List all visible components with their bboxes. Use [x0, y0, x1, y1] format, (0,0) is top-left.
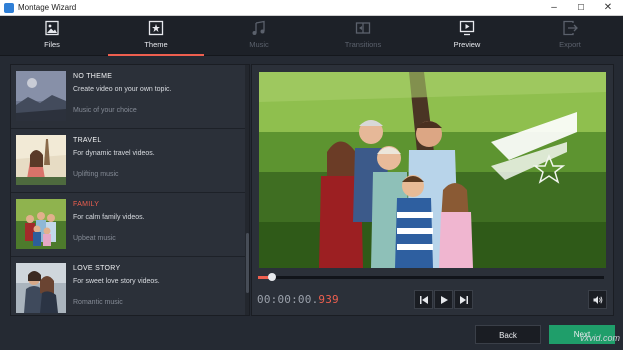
volume-icon [593, 296, 603, 304]
title-bar: Montage Wizard – ☐ ✕ [0, 0, 623, 16]
theme-item-no-theme[interactable]: NO THEME Create video on your own topic.… [11, 65, 245, 129]
tab-preview[interactable]: Preview [417, 16, 517, 56]
transitions-icon [355, 22, 371, 34]
skip-back-icon [420, 296, 428, 304]
watermark: vxvid.com [580, 333, 621, 343]
theme-music: Upbeat music [73, 235, 116, 242]
family-thumbnail [16, 199, 66, 249]
tab-export[interactable]: Export [520, 16, 620, 56]
wizard-steps: Files Theme Music Transitions Preview Ex… [0, 16, 623, 56]
no-theme-thumbnail [16, 71, 66, 121]
theme-description: For sweet love story videos. [73, 278, 160, 285]
back-button[interactable]: Back [475, 325, 541, 344]
theme-description: Create video on your own topic. [73, 86, 172, 93]
travel-thumbnail [16, 135, 66, 185]
active-tab-indicator [108, 54, 204, 56]
theme-item-travel[interactable]: TRAVEL For dynamic travel videos. Uplift… [11, 129, 245, 193]
close-button[interactable]: ✕ [596, 0, 620, 16]
window-title: Montage Wizard [18, 3, 77, 12]
theme-item-love-story[interactable]: LOVE STORY For sweet love story videos. … [11, 257, 245, 315]
tab-transitions[interactable]: Transitions [313, 16, 413, 56]
scrollbar-thumb[interactable] [246, 233, 249, 293]
tab-theme[interactable]: Theme [106, 16, 206, 56]
timecode-display: 00:00:00.939 [257, 293, 339, 306]
tab-music[interactable]: Music [209, 16, 309, 56]
theme-music: Uplifting music [73, 171, 119, 178]
video-preview [259, 72, 606, 268]
play-button[interactable] [434, 290, 453, 309]
files-icon [45, 20, 59, 36]
skip-forward-icon [460, 296, 468, 304]
theme-description: For calm family videos. [73, 214, 145, 221]
theme-item-family[interactable]: FAMILY For calm family videos. Upbeat mu… [11, 193, 245, 257]
play-icon [441, 296, 448, 304]
volume-button[interactable] [588, 290, 607, 309]
timeline-scrubber[interactable] [258, 273, 604, 281]
theme-music: Romantic music [73, 299, 123, 306]
theme-name: FAMILY [73, 201, 100, 208]
theme-name: TRAVEL [73, 137, 102, 144]
preview-icon [459, 20, 475, 36]
theme-description: For dynamic travel videos. [73, 150, 155, 157]
theme-name: LOVE STORY [73, 265, 121, 272]
theme-list: NO THEME Create video on your own topic.… [10, 64, 250, 316]
minimize-button[interactable]: – [542, 0, 566, 16]
theme-list-scrollbar[interactable] [245, 65, 249, 315]
skip-back-button[interactable] [414, 290, 433, 309]
app-icon [4, 3, 14, 13]
export-icon [563, 20, 578, 36]
theme-name: NO THEME [73, 73, 113, 80]
theme-music: Music of your choice [73, 107, 137, 114]
theme-icon [148, 20, 164, 36]
music-icon [252, 20, 265, 35]
maximize-button[interactable]: ☐ [569, 0, 593, 16]
playhead-handle[interactable] [268, 273, 276, 281]
love-story-thumbnail [16, 263, 66, 313]
tab-files[interactable]: Files [2, 16, 102, 56]
skip-forward-button[interactable] [454, 290, 473, 309]
